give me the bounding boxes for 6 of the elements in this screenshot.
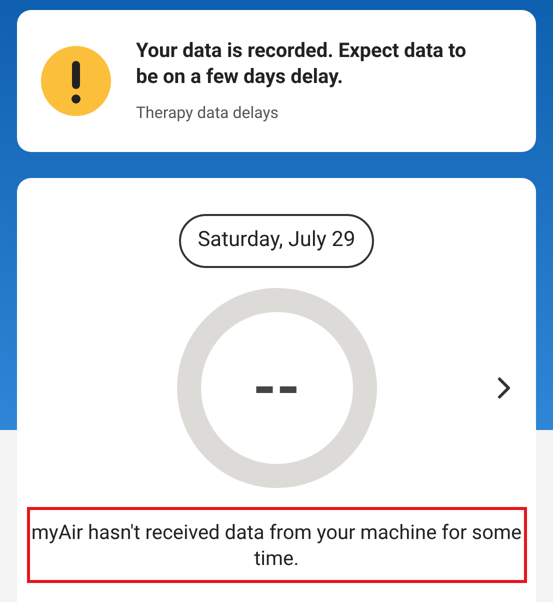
status-message: myAir hasn't received data from your machine for some time. <box>30 519 523 571</box>
date-pill[interactable]: Saturday, July 29 <box>178 214 374 268</box>
warning-icon <box>41 46 111 116</box>
notice-title: Your data is recorded. Expect data to be on a few days delay. <box>136 37 468 89</box>
notice-subtitle: Therapy data delays <box>136 102 280 124</box>
score-value: -- <box>252 351 300 425</box>
